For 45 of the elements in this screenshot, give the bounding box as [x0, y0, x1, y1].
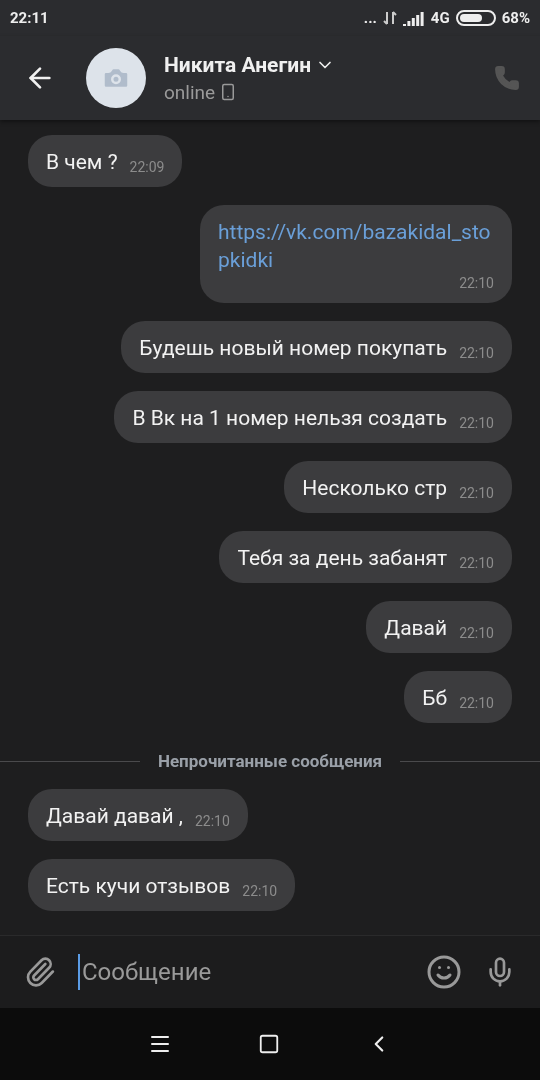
message-time: 22:10: [459, 694, 494, 712]
network-type: 4G: [430, 9, 450, 27]
message-bubble[interactable]: Давай давай , 22:10: [28, 789, 248, 841]
message-bubble[interactable]: Будешь новый номер покупать 22:10: [121, 321, 512, 373]
unread-divider-label: Непрочитанные сообщения: [157, 751, 383, 771]
avatar[interactable]: [86, 48, 146, 108]
message-time: 22:10: [242, 882, 278, 900]
message-text: Бб: [422, 685, 448, 712]
message-text: Есть кучи отзывов: [46, 873, 231, 900]
message-bubble[interactable]: В чем ? 22:09: [28, 135, 183, 187]
message-bubble[interactable]: Тебя за день забанят 22:10: [219, 531, 512, 583]
online-status: online: [164, 80, 216, 104]
message-time: 22:10: [194, 812, 230, 830]
message-time: 22:10: [459, 484, 494, 502]
home-icon[interactable]: [258, 1033, 280, 1055]
message-bubble[interactable]: https://vk.com/bazakidal_stopkidki 22:10: [200, 205, 512, 303]
message-text: Давай: [384, 615, 448, 642]
battery-percent: 68%: [501, 9, 530, 27]
data-transfer-icon: [382, 10, 397, 26]
signal-icon: [402, 10, 425, 26]
message-text: Будешь новый номер покупать: [139, 335, 448, 362]
message-text: Тебя за день забанят: [237, 545, 448, 572]
message-text: В Вк на 1 номер нельзя создать: [132, 405, 448, 432]
status-time: 22:11: [10, 9, 49, 27]
contact-name[interactable]: Никита Анегин: [164, 52, 312, 77]
message-time: 22:10: [459, 414, 494, 432]
message-time: 22:10: [459, 624, 494, 642]
message-link[interactable]: https://vk.com/bazakidal_stopkidki: [218, 218, 494, 274]
message-bubble[interactable]: Несколько стр 22:10: [284, 461, 512, 513]
message-text: В чем ?: [46, 149, 118, 176]
message-bubble[interactable]: Есть кучи отзывов 22:10: [28, 859, 296, 911]
message-time: 22:09: [129, 158, 165, 176]
message-bubble[interactable]: Бб 22:10: [404, 671, 512, 723]
message-time: 22:10: [459, 344, 494, 362]
emoji-icon[interactable]: [426, 954, 462, 990]
message-bubble[interactable]: В Вк на 1 номер нельзя создать 22:10: [114, 391, 512, 443]
message-text: Несколько стр: [302, 475, 448, 502]
message-time: 22:10: [459, 274, 494, 292]
message-time: 22:10: [459, 554, 494, 572]
attach-icon[interactable]: [24, 956, 56, 988]
message-bubble[interactable]: Давай 22:10: [366, 601, 512, 653]
message-input[interactable]: Сообщение: [78, 954, 404, 990]
message-text: Давай давай ,: [46, 803, 183, 830]
battery-icon: [455, 10, 496, 26]
notification-dots: ...: [363, 9, 377, 27]
